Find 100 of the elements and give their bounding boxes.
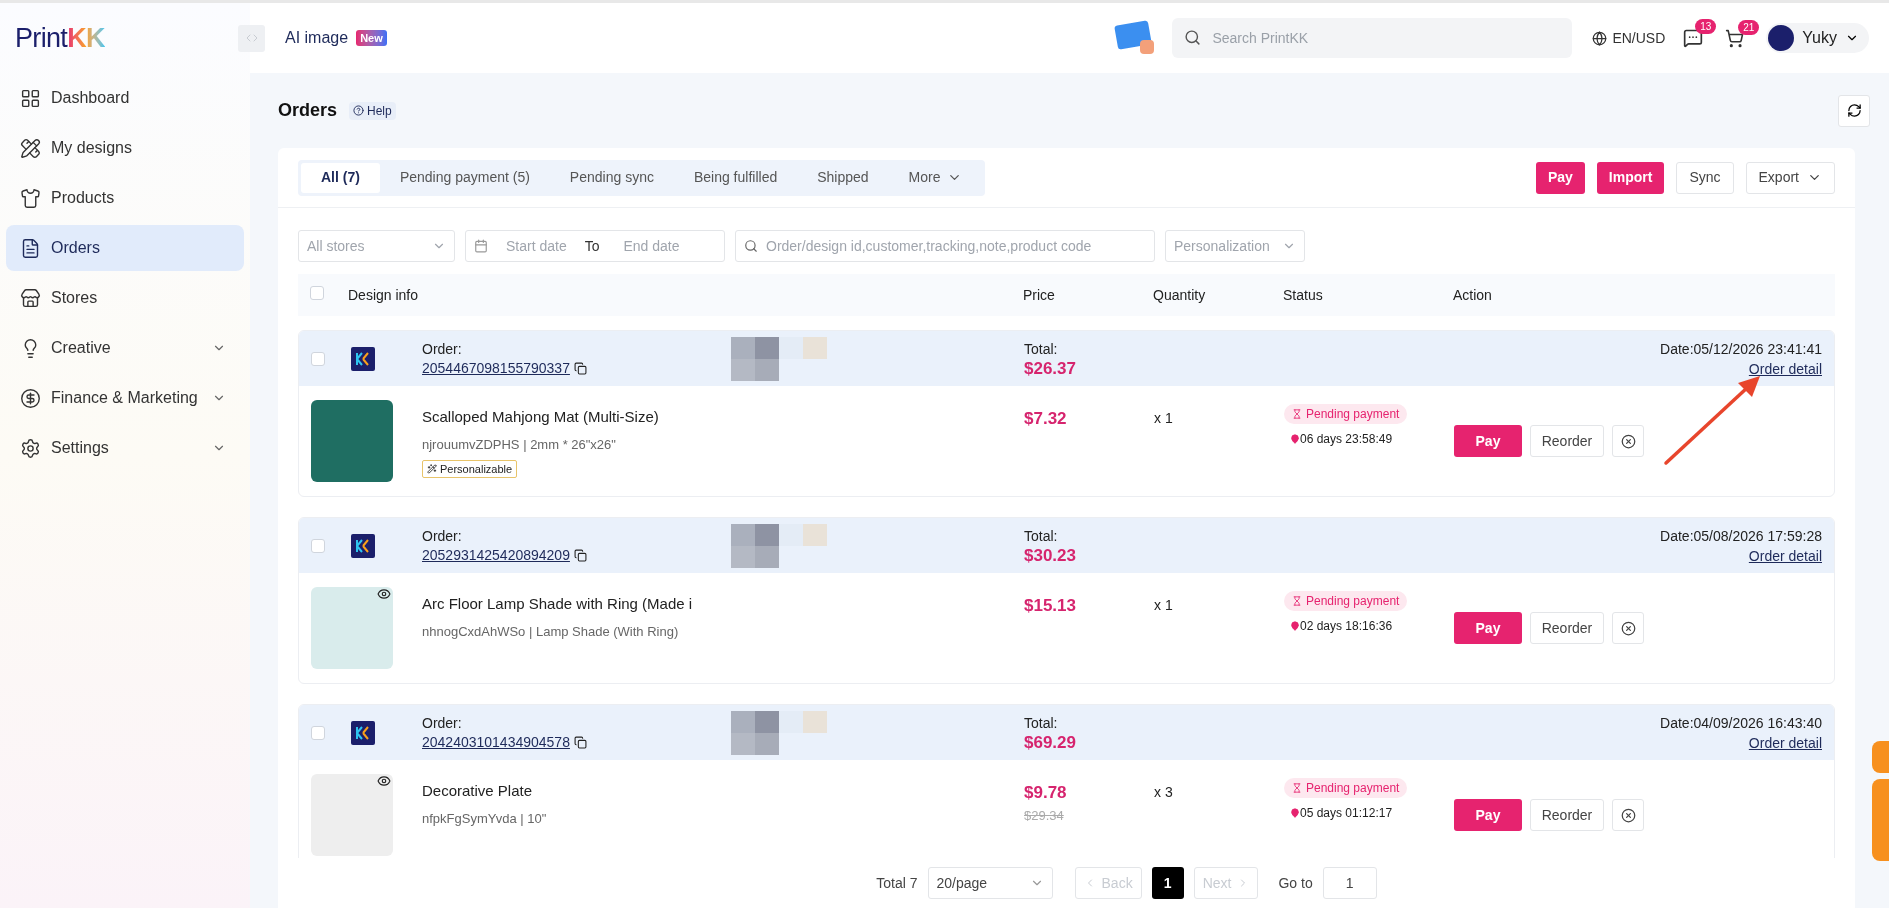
- order-date: Date:05/08/2026 17:59:28: [1660, 526, 1822, 546]
- pay-button[interactable]: Pay: [1454, 612, 1522, 644]
- cancel-button[interactable]: [1612, 425, 1644, 457]
- pin-icon: [1290, 434, 1300, 444]
- shirt-icon: [20, 187, 41, 209]
- item-quantity: x 1: [1154, 409, 1173, 428]
- action-button[interactable]: Sync: [1676, 161, 1734, 194]
- goto-field[interactable]: 1: [1322, 867, 1377, 899]
- status-badge: Pending payment: [1284, 591, 1408, 611]
- sidebar-item[interactable]: Settings: [6, 425, 244, 471]
- original-price: $29.34: [1024, 806, 1064, 825]
- wand-icon: [427, 464, 437, 474]
- cancel-button[interactable]: [1612, 612, 1644, 644]
- document-icon: [20, 237, 41, 259]
- order-total: $30.23: [1024, 545, 1076, 566]
- code-icon: [245, 32, 258, 44]
- sidebar-item[interactable]: Creative: [6, 325, 244, 371]
- tab[interactable]: Being fulfilled: [673, 162, 798, 193]
- tab[interactable]: Pending payment (5): [379, 162, 550, 193]
- order-detail-link[interactable]: Order detail: [1748, 545, 1822, 566]
- sidebar-item[interactable]: Finance & Marketing: [6, 375, 244, 421]
- tab[interactable]: All (7): [301, 162, 380, 193]
- copy-icon[interactable]: [573, 548, 587, 562]
- action-button[interactable]: Pay: [1535, 161, 1585, 194]
- sidebar-item[interactable]: Orders: [6, 225, 244, 271]
- product-title[interactable]: Scalloped Mahjong Mat (Multi-Size): [422, 406, 659, 429]
- pay-button[interactable]: Pay: [1454, 425, 1522, 457]
- payment-countdown: 06 days 23:58:49: [1284, 430, 1393, 448]
- settings-icon: [20, 437, 41, 459]
- globe-icon[interactable]: [1592, 30, 1608, 46]
- close-icon: [1620, 433, 1636, 449]
- brand-logo[interactable]: PrintKK: [15, 17, 105, 59]
- eye-icon[interactable]: [377, 774, 391, 788]
- cancel-button[interactable]: [1612, 799, 1644, 831]
- sidebar-item[interactable]: Stores: [6, 275, 244, 321]
- action-button[interactable]: Import: [1596, 161, 1665, 194]
- order-id-link[interactable]: 2052931425420894209: [422, 545, 570, 565]
- checkbox[interactable]: [310, 285, 324, 300]
- column-header: Status: [1283, 285, 1323, 305]
- sidebar-item[interactable]: Dashboard: [6, 75, 244, 121]
- search-field[interactable]: Search PrintKK: [1172, 18, 1573, 58]
- order-id-link[interactable]: 2042403101434904578: [422, 732, 570, 752]
- item-price: $9.78: [1024, 782, 1067, 804]
- avatar: [1768, 25, 1795, 51]
- status-badge: Pending payment: [1284, 778, 1408, 798]
- tab[interactable]: More: [888, 162, 982, 193]
- help-link[interactable]: Help: [349, 101, 396, 120]
- product-variant: nfpkFgSymYvda | 10": [422, 809, 547, 828]
- order-date: Date:04/09/2026 16:43:40: [1660, 713, 1822, 733]
- grid-icon: [20, 87, 41, 109]
- product-variant: njrouumvZDPHS | 2mm * 26"x26": [422, 435, 616, 454]
- message-icon[interactable]: [1683, 28, 1704, 48]
- pencil-ruler-icon: [20, 137, 41, 159]
- pay-button[interactable]: Pay: [1454, 799, 1522, 831]
- reorder-button[interactable]: Reorder: [1530, 612, 1604, 644]
- total-label: Total:: [1024, 339, 1058, 359]
- action-button[interactable]: Export: [1745, 161, 1835, 194]
- cart-count-badge: 21: [1738, 19, 1760, 35]
- item-price: $15.13: [1024, 595, 1076, 617]
- nav-link[interactable]: AI image: [285, 26, 349, 50]
- item-price: $7.32: [1024, 408, 1067, 430]
- product-title[interactable]: Decorative Plate: [422, 780, 533, 803]
- product-variant: nhnogCxdAhWSo | Lamp Shade (With Ring): [422, 622, 679, 641]
- page-size-select[interactable]: 20/page: [927, 867, 1053, 899]
- payment-countdown: 05 days 01:12:17: [1284, 804, 1393, 822]
- locale-selector[interactable]: EN/USD: [1612, 27, 1666, 49]
- refresh-button[interactable]: [1838, 94, 1870, 127]
- eye-icon[interactable]: [377, 587, 391, 601]
- checkbox[interactable]: [311, 538, 325, 553]
- product-title[interactable]: Arc Floor Lamp Shade with Ring (Made i: [422, 593, 693, 616]
- user-menu[interactable]: Yuky: [1766, 23, 1869, 53]
- total-label: Total:: [1024, 713, 1058, 733]
- order-id-link[interactable]: 2054467098155790337: [422, 358, 570, 378]
- page-button[interactable]: 1: [1151, 867, 1184, 899]
- help-icon: [353, 105, 365, 116]
- reorder-button[interactable]: Reorder: [1530, 425, 1604, 457]
- copy-icon[interactable]: [573, 361, 587, 375]
- new-badge: New: [356, 29, 387, 47]
- item-quantity: x 1: [1154, 596, 1173, 615]
- tab[interactable]: Pending sync: [549, 162, 674, 193]
- copy-icon[interactable]: [573, 735, 587, 749]
- hourglass-icon: [1292, 783, 1302, 793]
- sidebar-item[interactable]: Products: [6, 175, 244, 221]
- total-count: Total 7: [876, 873, 918, 893]
- checkbox[interactable]: [311, 725, 325, 740]
- sidebar-item[interactable]: My designs: [6, 125, 244, 171]
- hourglass-icon: [1292, 409, 1302, 419]
- date-range-field[interactable]: Start date To End date: [465, 230, 725, 262]
- order-detail-link[interactable]: Order detail: [1748, 732, 1822, 753]
- cart-icon[interactable]: [1725, 28, 1745, 48]
- reorder-button[interactable]: Reorder: [1530, 799, 1604, 831]
- order-search-field[interactable]: Order/design id,customer,tracking,note,product code: [735, 230, 1155, 262]
- tab[interactable]: Shipped: [797, 162, 889, 193]
- status-badge: Pending payment: [1284, 404, 1408, 424]
- order-date: Date:05/12/2026 23:41:41: [1660, 339, 1822, 359]
- message-count-badge: 13: [1695, 19, 1717, 34]
- calendar-icon: [474, 239, 488, 253]
- checkbox[interactable]: [311, 351, 325, 366]
- order-detail-link[interactable]: Order detail: [1748, 358, 1822, 379]
- store-logo-icon: [351, 720, 375, 745]
